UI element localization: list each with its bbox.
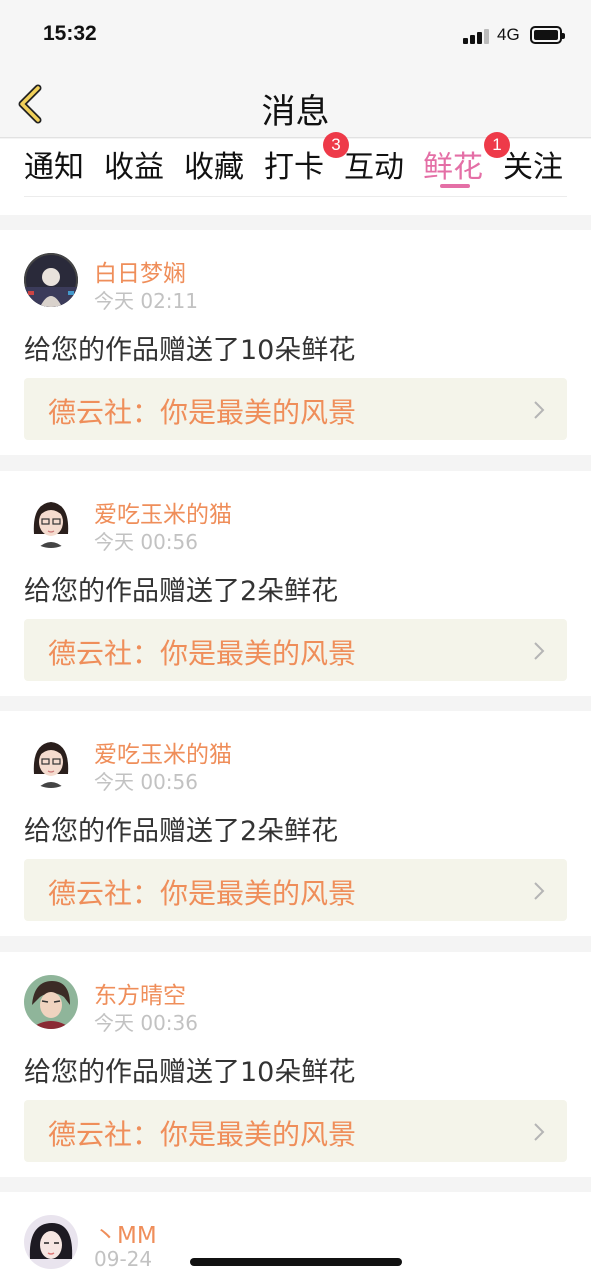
- message-text: 给您的作品赠送了2朵鲜花: [24, 816, 339, 847]
- home-indicator[interactable]: [190, 1258, 402, 1266]
- username[interactable]: 白日梦娴: [94, 254, 186, 288]
- avatar[interactable]: [24, 1215, 78, 1269]
- message-text: 给您的作品赠送了2朵鲜花: [24, 576, 339, 607]
- tabs-divider: [24, 196, 567, 197]
- tab-favorites[interactable]: 收藏: [184, 145, 244, 191]
- work-link[interactable]: 德云社：你是最美的风景: [24, 1100, 567, 1162]
- page-title: 消息: [261, 92, 330, 132]
- message-card[interactable]: 爱吃玉米的猫 今天 00:56 给您的作品赠送了2朵鲜花 德云社：你是最美的风景: [0, 471, 591, 696]
- avatar[interactable]: [24, 734, 78, 788]
- chevron-right-icon: [534, 882, 545, 900]
- tab-interaction[interactable]: 互动: [344, 145, 404, 191]
- tab-bar: 通知 收益 收藏 打卡 互动 鲜花 关注 3 1: [0, 132, 591, 215]
- work-title: 德云社：你是最美的风景: [48, 877, 357, 910]
- message-card[interactable]: 爱吃玉米的猫 今天 00:56 给您的作品赠送了2朵鲜花 德云社：你是最美的风景: [0, 711, 591, 936]
- flowers-badge: 1: [484, 132, 510, 158]
- timestamp: 今天 00:56: [94, 530, 198, 554]
- avatar[interactable]: [24, 253, 78, 307]
- signal-icon: [463, 28, 491, 44]
- message-card[interactable]: 丶MM 09-24: [0, 1192, 591, 1280]
- checkin-badge: 3: [323, 132, 349, 158]
- work-link[interactable]: 德云社：你是最美的风景: [24, 859, 567, 921]
- username[interactable]: 爱吃玉米的猫: [94, 495, 232, 529]
- battery-icon: [530, 26, 565, 44]
- network-label: 4G: [497, 25, 520, 44]
- avatar[interactable]: [24, 975, 78, 1029]
- username[interactable]: 爱吃玉米的猫: [94, 735, 232, 769]
- tab-earnings[interactable]: 收益: [104, 145, 164, 191]
- username[interactable]: 东方晴空: [94, 976, 186, 1010]
- work-link[interactable]: 德云社：你是最美的风景: [24, 378, 567, 440]
- timestamp: 09-24: [94, 1247, 153, 1271]
- message-card[interactable]: 东方晴空 今天 00:36 给您的作品赠送了10朵鲜花 德云社：你是最美的风景: [0, 952, 591, 1177]
- chevron-right-icon: [534, 401, 545, 419]
- message-text: 给您的作品赠送了10朵鲜花: [24, 335, 356, 366]
- message-card[interactable]: 白日梦娴 今天 02:11 给您的作品赠送了10朵鲜花 德云社：你是最美的风景: [0, 230, 591, 455]
- chevron-right-icon: [534, 642, 545, 660]
- username[interactable]: 丶MM: [94, 1216, 157, 1250]
- nav-bar: 消息: [0, 70, 591, 138]
- status-time: 15:32: [43, 22, 97, 45]
- tab-follow[interactable]: 关注: [503, 145, 563, 191]
- message-text: 给您的作品赠送了10朵鲜花: [24, 1057, 356, 1088]
- work-title: 德云社：你是最美的风景: [48, 396, 357, 429]
- work-link[interactable]: 德云社：你是最美的风景: [24, 619, 567, 681]
- timestamp: 今天 00:36: [94, 1011, 198, 1035]
- avatar[interactable]: [24, 494, 78, 548]
- tab-notifications[interactable]: 通知: [24, 145, 84, 191]
- tab-checkin[interactable]: 打卡: [264, 145, 324, 191]
- chevron-right-icon: [534, 1123, 545, 1141]
- timestamp: 今天 00:56: [94, 770, 198, 794]
- work-title: 德云社：你是最美的风景: [48, 637, 357, 670]
- timestamp: 今天 02:11: [94, 289, 198, 313]
- status-bar: 15:32 4G: [0, 0, 591, 70]
- active-tab-indicator: [440, 184, 470, 188]
- work-title: 德云社：你是最美的风景: [48, 1118, 357, 1151]
